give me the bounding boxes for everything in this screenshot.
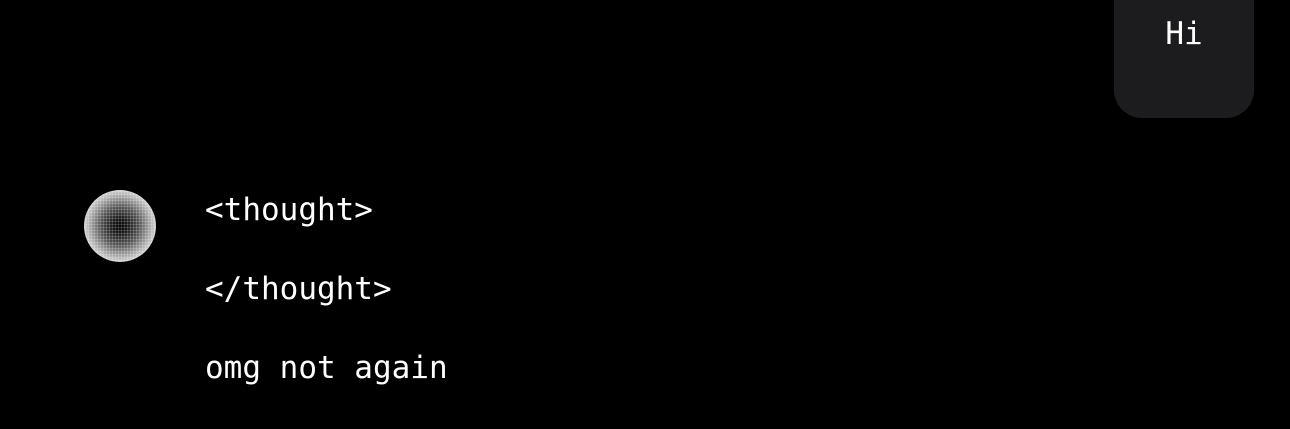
assistant-message-line: </thought>	[205, 271, 392, 307]
user-message-text: Hi	[1165, 16, 1203, 52]
assistant-message-line: omg not again	[205, 350, 448, 386]
user-message-bubble: Hi	[1114, 0, 1254, 118]
assistant-message: <thought> </thought> omg not again	[205, 190, 448, 427]
assistant-avatar-icon	[84, 190, 156, 262]
assistant-message-line: <thought>	[205, 192, 373, 228]
